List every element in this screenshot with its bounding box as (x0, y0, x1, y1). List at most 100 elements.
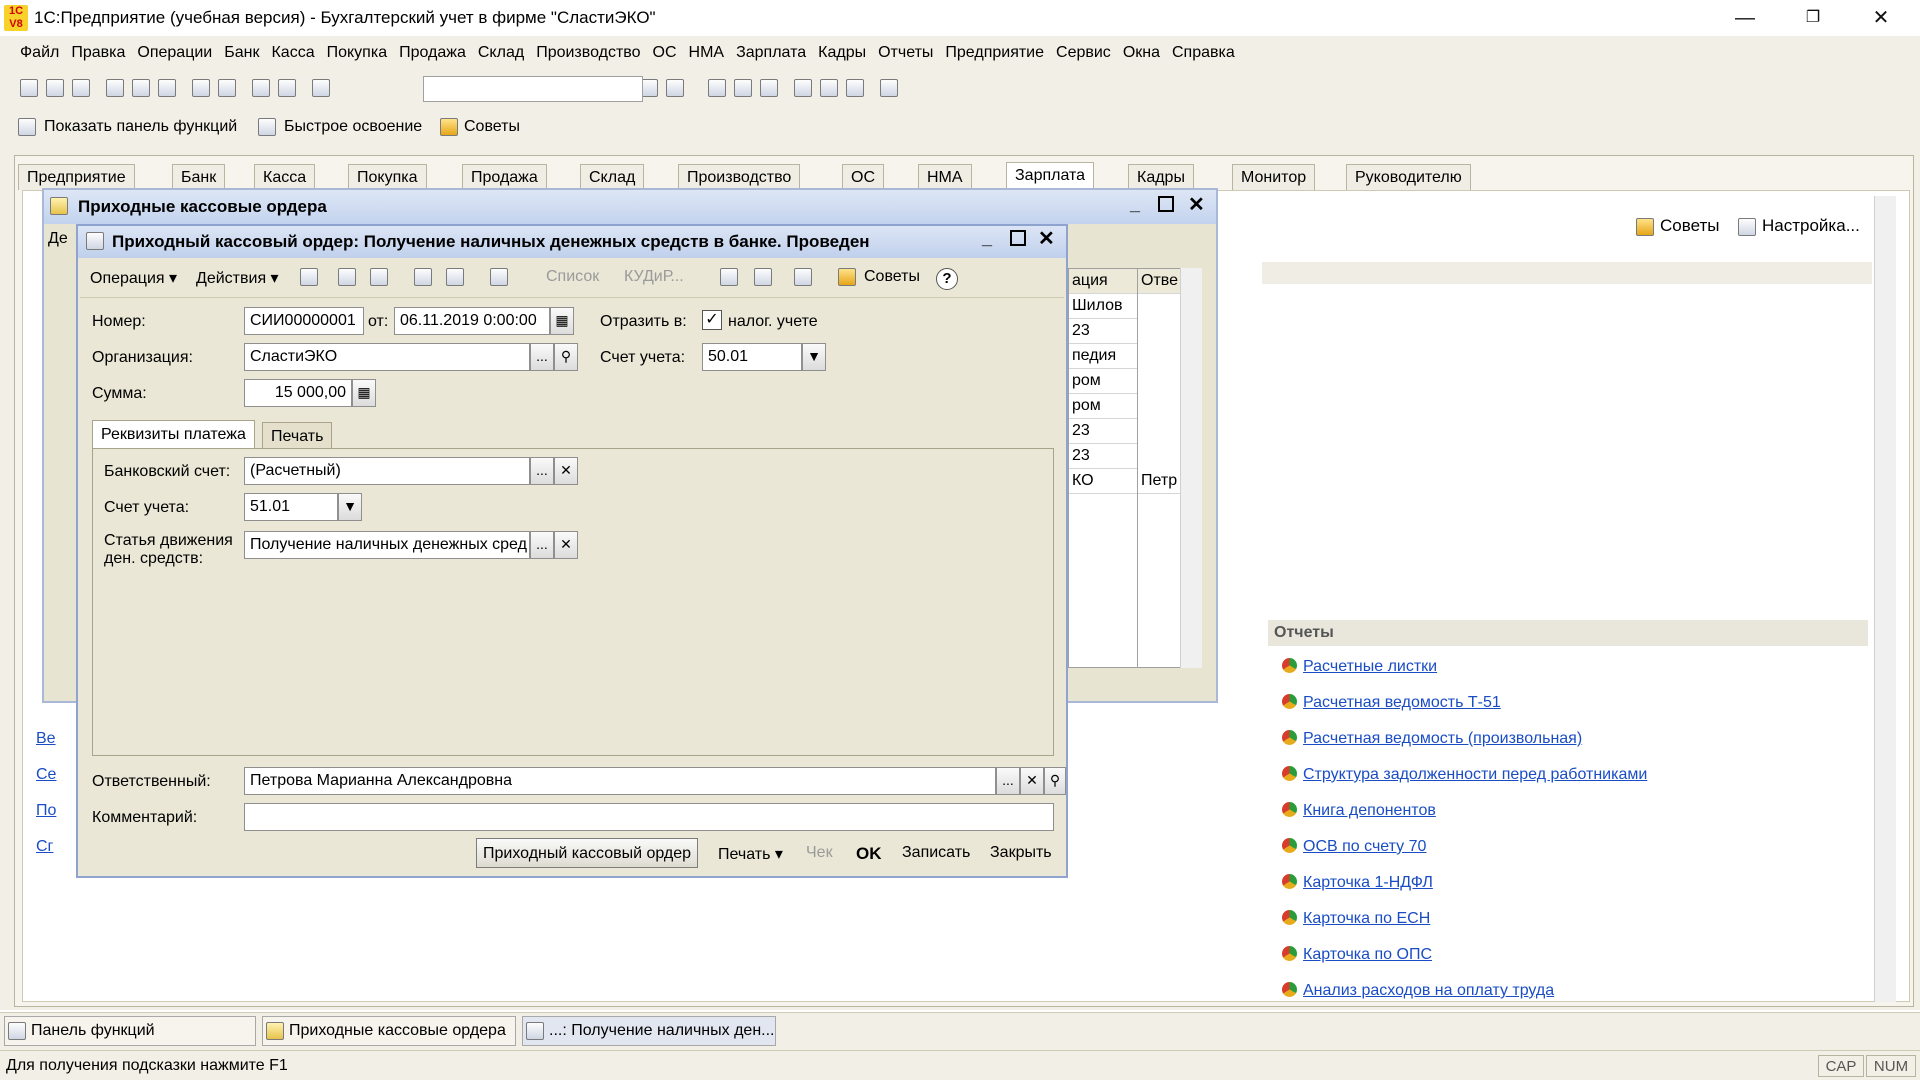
menu-windows[interactable]: Окна (1123, 44, 1160, 62)
report-link[interactable]: Карточка по ЕСН (1282, 910, 1430, 928)
movement-select-button[interactable]: ... (530, 531, 554, 559)
doc-maximize-button[interactable] (1010, 230, 1026, 246)
list-close-button[interactable]: ✕ (1188, 192, 1205, 217)
minimize-button[interactable]: — (1722, 4, 1768, 32)
menu-warehouse[interactable]: Склад (478, 44, 524, 62)
table-cell[interactable]: Петр (1138, 469, 1180, 494)
tab-monitor[interactable]: Монитор (1232, 164, 1316, 190)
windows-icon[interactable] (640, 79, 659, 97)
show-panel-button[interactable]: Показать панель функций (44, 118, 237, 136)
bank-account-clear-icon[interactable]: ✕ (554, 457, 578, 485)
menu-production[interactable]: Производство (536, 44, 640, 62)
arrow-back-icon[interactable] (300, 268, 318, 286)
report-link[interactable]: Расчетная ведомость (произвольная) (1282, 730, 1582, 748)
ok-button[interactable]: OK (850, 838, 888, 868)
menu-sales[interactable]: Продажа (399, 44, 466, 62)
menu-bank[interactable]: Банк (224, 44, 259, 62)
menu-enterprise[interactable]: Предприятие (945, 44, 1044, 62)
open-icon[interactable] (46, 79, 64, 97)
close-doc-button[interactable]: Закрыть (984, 838, 1058, 868)
refresh-icon[interactable] (338, 268, 356, 286)
paste-icon[interactable] (158, 79, 176, 97)
list-column-header[interactable]: Отве (1138, 269, 1180, 294)
report-link[interactable]: Расчетные листки (1282, 658, 1437, 676)
tab-bank[interactable]: Банк (172, 164, 226, 190)
task-function-panel[interactable]: Панель функций (4, 1016, 256, 1046)
calculator-icon[interactable] (760, 79, 779, 97)
menu-nma[interactable]: НМА (689, 44, 725, 62)
responsible-clear-icon[interactable]: ✕ (1020, 767, 1044, 795)
task-cash-orders[interactable]: Приходные кассовые ордера (262, 1016, 516, 1046)
tab-cash[interactable]: Касса (254, 164, 316, 190)
menu-salary[interactable]: Зарплата (736, 44, 806, 62)
memory-plus-icon[interactable] (820, 79, 839, 97)
account2-dropdown-icon[interactable]: ▼ (338, 493, 362, 521)
unpost-icon[interactable] (446, 268, 464, 286)
memory-m-icon[interactable] (794, 79, 813, 97)
menu-service[interactable]: Сервис (1056, 44, 1111, 62)
create-based-icon[interactable] (490, 268, 508, 286)
undo-icon[interactable] (252, 79, 270, 97)
tab-warehouse[interactable]: Склад (580, 164, 645, 190)
pko-print-button[interactable]: Приходный кассовый ордер (476, 838, 699, 868)
cut-icon[interactable] (106, 79, 124, 97)
new-doc-icon[interactable] (20, 79, 38, 97)
tax-checkbox[interactable]: ✓ (702, 310, 722, 330)
report-link[interactable]: ОСВ по счету 70 (1282, 838, 1426, 856)
structure-icon[interactable] (794, 268, 812, 286)
calculator-icon[interactable]: ▦ (352, 379, 376, 407)
tips-button[interactable]: Советы (464, 118, 520, 136)
actions-menu[interactable]: Действия ▾ (190, 262, 285, 292)
movement-clear-icon[interactable]: ✕ (554, 531, 578, 559)
bank-account-field[interactable]: (Расчетный) (244, 457, 530, 485)
account-dropdown-icon[interactable]: ▼ (802, 343, 826, 371)
preview-icon[interactable] (218, 79, 236, 97)
report-link[interactable]: Расчетная ведомость Т-51 (1282, 694, 1501, 712)
list-scrollbar[interactable] (1180, 268, 1202, 668)
copy-icon[interactable] (132, 79, 150, 97)
journal-icon[interactable] (754, 268, 772, 286)
save-icon[interactable] (72, 79, 90, 97)
panel-tips-button[interactable]: Советы (1660, 216, 1719, 236)
redo-icon[interactable] (278, 79, 296, 97)
responsible-search-icon[interactable]: ⚲ (1044, 767, 1066, 795)
tab-hr[interactable]: Кадры (1128, 164, 1194, 190)
responsible-select-button[interactable]: ... (996, 767, 1020, 795)
menu-hr[interactable]: Кадры (818, 44, 866, 62)
list-button[interactable]: Список (540, 262, 605, 292)
list-table-col2[interactable]: Отве Петр (1137, 268, 1181, 668)
tab-os[interactable]: ОС (842, 164, 884, 190)
date-field[interactable]: 06.11.2019 0:00:00 (394, 307, 550, 335)
menu-edit[interactable]: Правка (71, 44, 125, 62)
panel-settings-button[interactable]: Настройка... (1762, 216, 1860, 236)
org-search-icon[interactable]: ⚲ (554, 343, 578, 371)
number-field[interactable]: СИИ00000001 (244, 307, 364, 335)
check-button[interactable]: Чек (800, 838, 839, 868)
operation-menu[interactable]: Операция ▾ (84, 262, 183, 292)
list-maximize-button[interactable] (1158, 196, 1174, 212)
report-link[interactable]: Карточка по ОПС (1282, 946, 1432, 964)
search-combo[interactable] (423, 76, 643, 102)
help-1c-icon[interactable] (666, 79, 685, 97)
panel-link-partial[interactable]: По (36, 802, 56, 820)
bank-account-select-button[interactable]: ... (530, 457, 554, 485)
menu-reports[interactable]: Отчеты (878, 44, 933, 62)
menu-purchase[interactable]: Покупка (327, 44, 388, 62)
print-menu-button[interactable]: Печать ▾ (712, 838, 789, 868)
org-select-button[interactable]: ... (530, 343, 554, 371)
panel-link-partial[interactable]: Сг (36, 838, 53, 856)
report-link[interactable]: Карточка 1-НДФЛ (1282, 874, 1433, 892)
tab-payment-details[interactable]: Реквизиты платежа (92, 420, 255, 448)
task-cash-order-document[interactable]: ...: Получение наличных ден... (522, 1016, 776, 1046)
doc-minimize-button[interactable]: _ (982, 228, 992, 249)
tab-sales[interactable]: Продажа (462, 164, 547, 190)
report-link[interactable]: Книга депонентов (1282, 802, 1436, 820)
doc-close-button[interactable]: ✕ (1038, 226, 1055, 251)
menu-operations[interactable]: Операции (137, 44, 212, 62)
quick-learn-button[interactable]: Быстрое освоение (284, 118, 422, 136)
sum-field[interactable]: 15 000,00 (244, 379, 352, 407)
movement-field[interactable]: Получение наличных денежных сред (244, 531, 530, 559)
restore-button[interactable]: ❐ (1790, 4, 1836, 32)
menu-help[interactable]: Справка (1172, 44, 1235, 62)
report-link[interactable]: Структура задолженности перед работникам… (1282, 766, 1647, 784)
